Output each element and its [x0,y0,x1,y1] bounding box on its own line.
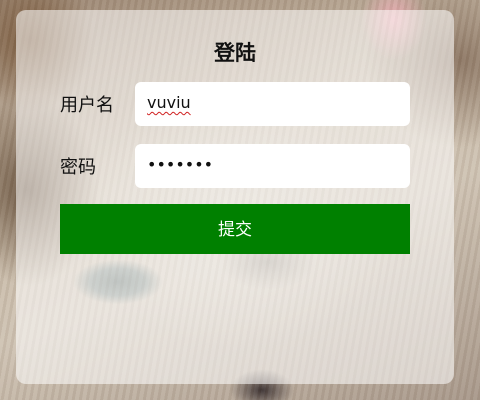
submit-button[interactable]: 提交 [60,204,410,254]
password-input[interactable]: ••••••• [135,144,410,188]
password-label: 密码 [60,157,96,178]
username-label: 用户名 [60,95,114,116]
login-card: 登陆 用户名 vuviu 密码 ••••••• 提交 [16,10,454,384]
login-title: 登陆 [214,41,256,65]
password-masked-value: ••••••• [147,155,214,174]
username-value: vuviu [147,93,191,112]
username-input[interactable]: vuviu [135,82,410,126]
